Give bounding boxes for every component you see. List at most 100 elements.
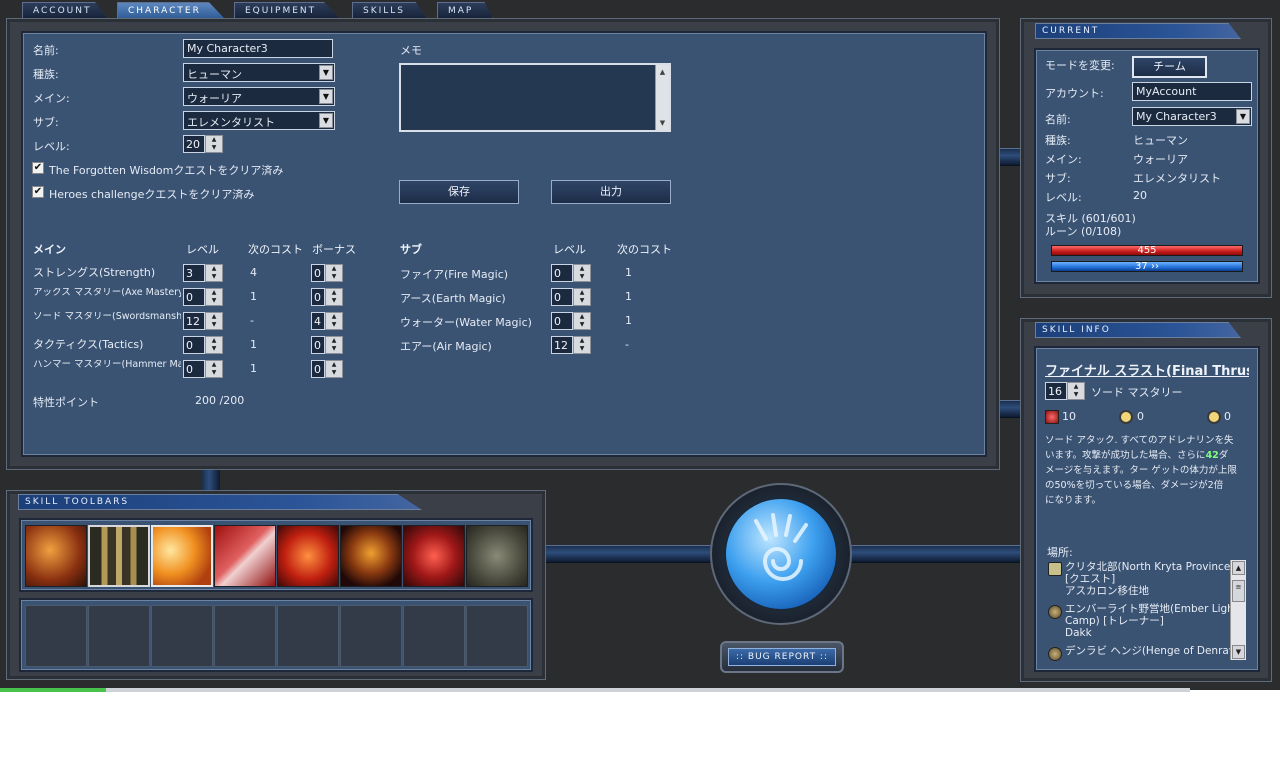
attr-bonus-value[interactable]: 0 (311, 264, 325, 282)
decrement-icon[interactable]: ▼ (326, 345, 342, 353)
empty-skill-slot[interactable] (277, 605, 339, 667)
decrement-icon[interactable]: ▼ (574, 321, 590, 329)
increment-icon[interactable]: ▲ (326, 313, 342, 321)
attr-level-value[interactable]: 0 (183, 288, 205, 306)
quest1-checkbox[interactable]: ✔ (32, 162, 44, 174)
quest2-checkbox[interactable]: ✔ (32, 186, 44, 198)
decrement-icon[interactable]: ▼ (574, 345, 590, 353)
skill-attribute-level[interactable]: 16 (1045, 382, 1067, 400)
attr-level-value[interactable]: 3 (183, 264, 205, 282)
attr-level-stepper[interactable]: 0 ▲ ▼ (183, 288, 223, 306)
increment-icon[interactable]: ▲ (206, 361, 222, 369)
decrement-icon[interactable]: ▼ (206, 297, 222, 305)
tab-equipment[interactable]: EQUIPMENT (234, 2, 340, 19)
attr-level-value[interactable]: 0 (183, 360, 205, 378)
decrement-icon[interactable]: ▼ (1068, 391, 1084, 399)
empty-skill-slot[interactable] (214, 605, 276, 667)
increment-icon[interactable]: ▲ (574, 265, 590, 273)
attr-level-stepper[interactable]: 12 ▲ ▼ (551, 336, 591, 354)
increment-icon[interactable]: ▲ (1068, 383, 1084, 391)
tab-map[interactable]: MAP (437, 2, 493, 19)
lightning-sword-icon[interactable] (403, 525, 465, 587)
increment-icon[interactable]: ▲ (206, 337, 222, 345)
attr-bonus-stepper[interactable]: 0 ▲ ▼ (311, 264, 343, 282)
chevron-down-icon[interactable]: ▼ (319, 113, 333, 128)
attr-level-value[interactable]: 0 (183, 336, 205, 354)
decrement-icon[interactable]: ▼ (206, 321, 222, 329)
save-button[interactable]: 保存 (399, 180, 519, 204)
main-profession-select[interactable]: ウォーリア ▼ (183, 87, 335, 106)
chevron-down-icon[interactable]: ▼ (319, 89, 333, 104)
decrement-icon[interactable]: ▼ (206, 273, 222, 281)
signet-icon[interactable] (466, 525, 528, 587)
increment-icon[interactable]: ▲ (326, 361, 342, 369)
chevron-down-icon[interactable]: ▼ (1236, 109, 1250, 124)
level-stepper[interactable]: 20 ▲ ▼ (183, 135, 223, 153)
attr-bonus-stepper[interactable]: 0 ▲ ▼ (311, 336, 343, 354)
increment-icon[interactable]: ▲ (326, 265, 342, 273)
attr-bonus-value[interactable]: 0 (311, 360, 325, 378)
memo-textarea[interactable]: ▲ ▼ (399, 63, 671, 132)
attr-level-value[interactable]: 0 (551, 312, 573, 330)
current-character-select[interactable]: My Character3 ▼ (1132, 107, 1252, 126)
attr-level-value[interactable]: 12 (183, 312, 205, 330)
warrior-strike-icon[interactable] (25, 525, 87, 587)
empty-skill-slot[interactable] (403, 605, 465, 667)
export-button[interactable]: 出力 (551, 180, 671, 204)
sword-thrust-icon[interactable] (151, 525, 213, 587)
increment-icon[interactable]: ▲ (574, 289, 590, 297)
mode-button[interactable]: チーム (1132, 56, 1207, 78)
attr-level-stepper[interactable]: 3 ▲ ▼ (183, 264, 223, 282)
increment-icon[interactable]: ▲ (574, 313, 590, 321)
attr-level-value[interactable]: 12 (551, 336, 573, 354)
empty-skill-slot[interactable] (88, 605, 150, 667)
scroll-up-icon[interactable]: ▲ (1232, 561, 1245, 575)
race-select[interactable]: ヒューマン ▼ (183, 63, 335, 82)
skill-attribute-stepper[interactable]: 16 ▲ ▼ (1045, 382, 1085, 400)
name-field[interactable]: My Character3 (183, 39, 333, 58)
account-field[interactable]: MyAccount (1132, 82, 1252, 101)
decrement-icon[interactable]: ▼ (326, 369, 342, 377)
decrement-icon[interactable]: ▼ (326, 321, 342, 329)
decrement-icon[interactable]: ▼ (206, 345, 222, 353)
decrement-icon[interactable]: ▼ (326, 273, 342, 281)
attr-bonus-stepper[interactable]: 0 ▲ ▼ (311, 288, 343, 306)
flame-fist-icon[interactable] (277, 525, 339, 587)
sub-profession-select[interactable]: エレメンタリスト ▼ (183, 111, 335, 130)
level-value[interactable]: 20 (183, 135, 205, 153)
decrement-icon[interactable]: ▼ (206, 369, 222, 377)
increment-icon[interactable]: ▲ (206, 289, 222, 297)
tab-account[interactable]: ACCOUNT (22, 2, 108, 19)
attr-bonus-stepper[interactable]: 0 ▲ ▼ (311, 360, 343, 378)
increment-icon[interactable]: ▲ (206, 136, 222, 144)
empty-skill-slot[interactable] (151, 605, 213, 667)
tab-character[interactable]: CHARACTER (117, 2, 225, 19)
attr-level-stepper[interactable]: 0 ▲ ▼ (183, 336, 223, 354)
attr-level-stepper[interactable]: 0 ▲ ▼ (551, 312, 591, 330)
increment-icon[interactable]: ▲ (326, 289, 342, 297)
location-name[interactable]: エンバーライト野営地(Ember Light (1065, 603, 1231, 615)
attr-level-value[interactable]: 0 (551, 264, 573, 282)
location-name[interactable]: クリタ北部(North Kryta Province) (1065, 561, 1231, 573)
increment-icon[interactable]: ▲ (206, 313, 222, 321)
attr-bonus-value[interactable]: 0 (311, 336, 325, 354)
red-slash-icon[interactable] (214, 525, 276, 587)
attr-bonus-stepper[interactable]: 4 ▲ ▼ (311, 312, 343, 330)
chevron-down-icon[interactable]: ▼ (319, 65, 333, 80)
increment-icon[interactable]: ▲ (206, 265, 222, 273)
scroll-down-icon[interactable]: ▼ (657, 117, 668, 129)
rage-face-icon[interactable] (340, 525, 402, 587)
decrement-icon[interactable]: ▼ (326, 297, 342, 305)
location-scrollbar[interactable]: ▲ ≡ ▼ (1230, 560, 1246, 660)
scroll-down-icon[interactable]: ▼ (1232, 645, 1245, 659)
memo-scrollbar[interactable]: ▲ ▼ (655, 65, 669, 130)
tab-skills[interactable]: SKILLS (352, 2, 427, 19)
empty-skill-slot[interactable] (340, 605, 402, 667)
increment-icon[interactable]: ▲ (574, 337, 590, 345)
attr-level-stepper[interactable]: 12 ▲ ▼ (183, 312, 223, 330)
attr-level-stepper[interactable]: 0 ▲ ▼ (551, 288, 591, 306)
attr-bonus-value[interactable]: 4 (311, 312, 325, 330)
empty-skill-slot[interactable] (466, 605, 528, 667)
decrement-icon[interactable]: ▼ (574, 273, 590, 281)
scroll-up-icon[interactable]: ▲ (657, 66, 668, 78)
